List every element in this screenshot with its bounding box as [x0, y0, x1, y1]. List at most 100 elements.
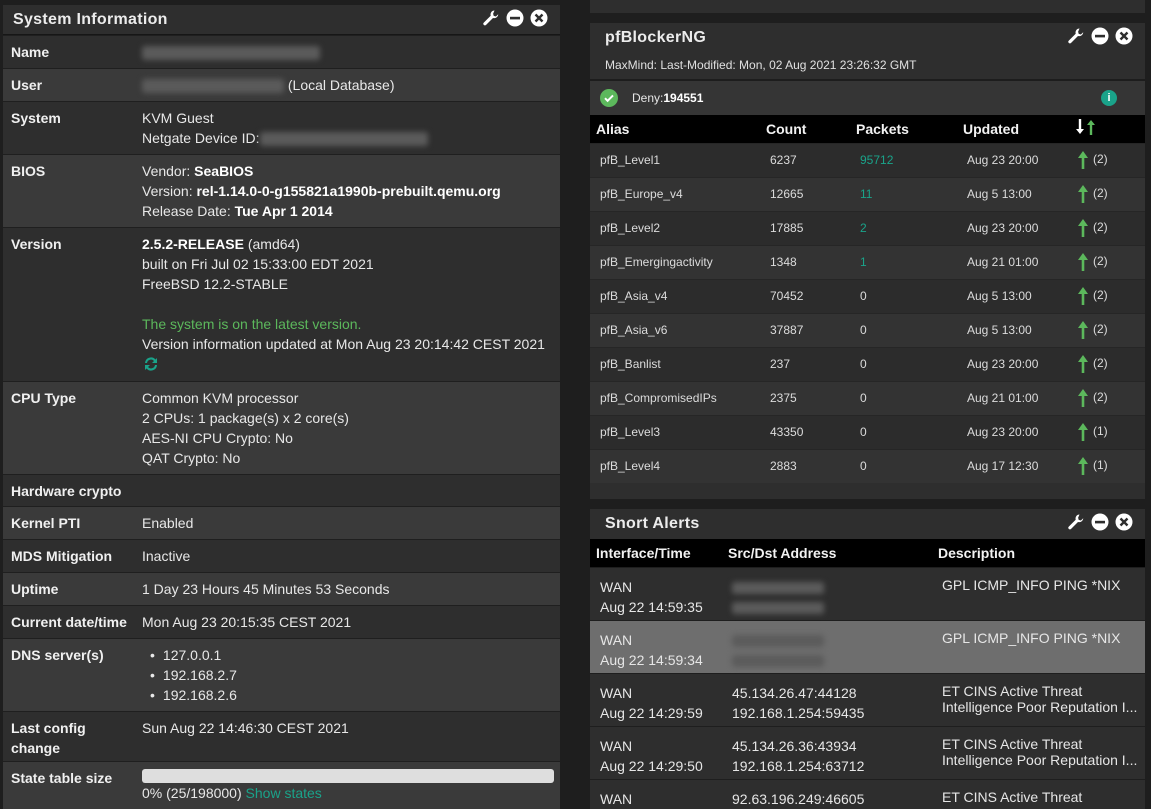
table-row: pfB_Level1 6237 95712 Aug 23 20:00 (2)	[590, 142, 1145, 177]
redacted-user	[142, 79, 284, 94]
refresh-icon[interactable]	[142, 355, 160, 373]
version-freebsd: FreeBSD 12.2-STABLE	[142, 276, 289, 292]
count-cell: 1348	[760, 244, 850, 279]
check-circle-icon	[600, 89, 618, 107]
rules-cell[interactable]: (2)	[1067, 176, 1145, 211]
updated-cell: Aug 23 20:00	[957, 346, 1067, 381]
close-icon[interactable]	[1115, 27, 1133, 45]
packets-cell: 0	[850, 448, 957, 483]
wrench-icon[interactable]	[482, 9, 500, 27]
arrow-up-icon	[1078, 423, 1088, 441]
deny-label: Deny:	[632, 91, 664, 105]
show-states-link[interactable]: Show states	[246, 785, 322, 801]
alias-cell: pfB_Emergingactivity	[590, 244, 760, 279]
col-alias[interactable]: Alias	[590, 115, 760, 143]
alias-cell: pfB_Level4	[590, 448, 760, 483]
version-arch: (amd64)	[243, 236, 300, 252]
redacted-dst	[732, 654, 824, 667]
count-cell: 2883	[760, 448, 850, 483]
bios-vendor: SeaBIOS	[194, 163, 254, 179]
wrench-icon[interactable]	[1067, 513, 1085, 531]
minimize-icon[interactable]	[1091, 513, 1109, 531]
minimize-icon[interactable]	[506, 9, 524, 27]
rules-cell[interactable]: (2)	[1067, 346, 1145, 381]
interface: WAN	[600, 684, 633, 701]
src-address: 92.63.196.249:46605	[732, 790, 865, 807]
rules-cell[interactable]: (2)	[1067, 244, 1145, 279]
alias-cell: pfB_Level3	[590, 414, 760, 449]
col-description: Description	[938, 544, 1016, 561]
netgate-id-label: Netgate Device ID:	[142, 130, 260, 146]
col-rules[interactable]	[1067, 115, 1145, 143]
packets-cell[interactable]: 2	[850, 210, 957, 245]
bios-date: Tue Apr 1 2014	[234, 203, 333, 219]
label-state-table: State table size	[11, 770, 113, 786]
interface: WAN	[600, 578, 633, 595]
dns-server: 192.168.2.7	[162, 665, 552, 685]
src-address: 45.134.26.36:43934	[732, 737, 857, 754]
label-hwcrypto: Hardware crypto	[11, 483, 122, 499]
packets-cell[interactable]: 95712	[850, 142, 957, 177]
label-last-config: Last config change	[11, 720, 86, 756]
label-user: User	[11, 77, 43, 93]
updated-cell: Aug 23 20:00	[957, 210, 1067, 245]
rules-cell[interactable]: (2)	[1067, 312, 1145, 347]
table-row: WAN Aug 22 14:59:34 GPL ICMP_INFO PING *NI…	[590, 619, 1145, 673]
user-source: (Local Database)	[287, 77, 395, 93]
alias-cell: pfB_CompromisedIPs	[590, 380, 760, 415]
panel-title: System Information	[13, 10, 168, 28]
updated-cell: Aug 21 01:00	[957, 380, 1067, 415]
close-icon[interactable]	[1115, 513, 1133, 531]
rules-cell[interactable]: (1)	[1067, 448, 1145, 483]
bios-vendor-label: Vendor:	[142, 163, 195, 179]
datetime-value: Mon Aug 23 20:15:35 CEST 2021	[142, 614, 352, 630]
dns-server: 192.168.2.6	[162, 685, 552, 705]
packets-cell[interactable]: 11	[850, 176, 957, 211]
minimize-icon[interactable]	[1091, 27, 1109, 45]
close-icon[interactable]	[530, 9, 548, 27]
redacted-dst	[732, 601, 824, 614]
state-table-value: 0% (25/198000)	[142, 785, 242, 801]
system-value: KVM Guest	[142, 110, 214, 126]
pfblockerng-header: pfBlockerNG	[590, 23, 1145, 53]
row-system: System KVM Guest Netgate Device ID:	[3, 101, 560, 154]
alias-cell: pfB_Level2	[590, 210, 760, 245]
alert-description: ET CINS Active Threat	[942, 735, 1083, 752]
cpu-count: 2 CPUs: 1 package(s) x 2 core(s)	[142, 410, 349, 426]
src-address: 45.134.26.47:44128	[732, 684, 857, 701]
label-cpu: CPU Type	[11, 390, 77, 406]
wrench-icon[interactable]	[1067, 27, 1085, 45]
col-count[interactable]: Count	[760, 115, 850, 143]
rules-cell[interactable]: (2)	[1067, 142, 1145, 177]
interface: WAN	[600, 737, 633, 754]
dns-list: 127.0.0.1 192.168.2.7 192.168.2.6	[142, 645, 552, 705]
row-dns: DNS server(s) 127.0.0.1 192.168.2.7 192.…	[3, 638, 560, 711]
label-dns: DNS server(s)	[11, 647, 104, 663]
rules-cell[interactable]: (1)	[1067, 414, 1145, 449]
row-kernel-pti: Kernel PTI Enabled	[3, 506, 560, 539]
packets-cell: 0	[850, 312, 957, 347]
arrow-up-icon	[1078, 389, 1088, 407]
info-icon[interactable]: i	[1101, 90, 1117, 106]
table-row: pfB_Level2 17885 2 Aug 23 20:00 (2)	[590, 210, 1145, 245]
alert-description: ET CINS Active Threat	[942, 788, 1083, 805]
col-updated[interactable]: Updated	[957, 115, 1067, 143]
rule-count: (2)	[1093, 390, 1108, 405]
label-version: Version	[11, 236, 62, 252]
count-cell: 6237	[760, 142, 850, 177]
count-cell: 12665	[760, 176, 850, 211]
row-last-config: Last config change Sun Aug 22 14:46:30 C…	[3, 711, 560, 761]
table-row: pfB_Asia_v6 37887 0 Aug 5 13:00 (2)	[590, 312, 1145, 347]
arrow-up-icon	[1078, 151, 1088, 169]
count-cell: 17885	[760, 210, 850, 245]
col-packets[interactable]: Packets	[850, 115, 957, 143]
rules-cell[interactable]: (2)	[1067, 380, 1145, 415]
packets-cell[interactable]: 1	[850, 244, 957, 279]
rules-cell[interactable]: (2)	[1067, 210, 1145, 245]
packets-cell: 0	[850, 380, 957, 415]
updated-cell: Aug 23 20:00	[957, 142, 1067, 177]
rules-cell[interactable]: (2)	[1067, 278, 1145, 313]
alert-description: GPL ICMP_INFO PING *NIX	[942, 629, 1121, 646]
version-updated: Version information updated at Mon Aug 2…	[142, 336, 545, 352]
panel-title: Snort Alerts	[605, 515, 700, 532]
